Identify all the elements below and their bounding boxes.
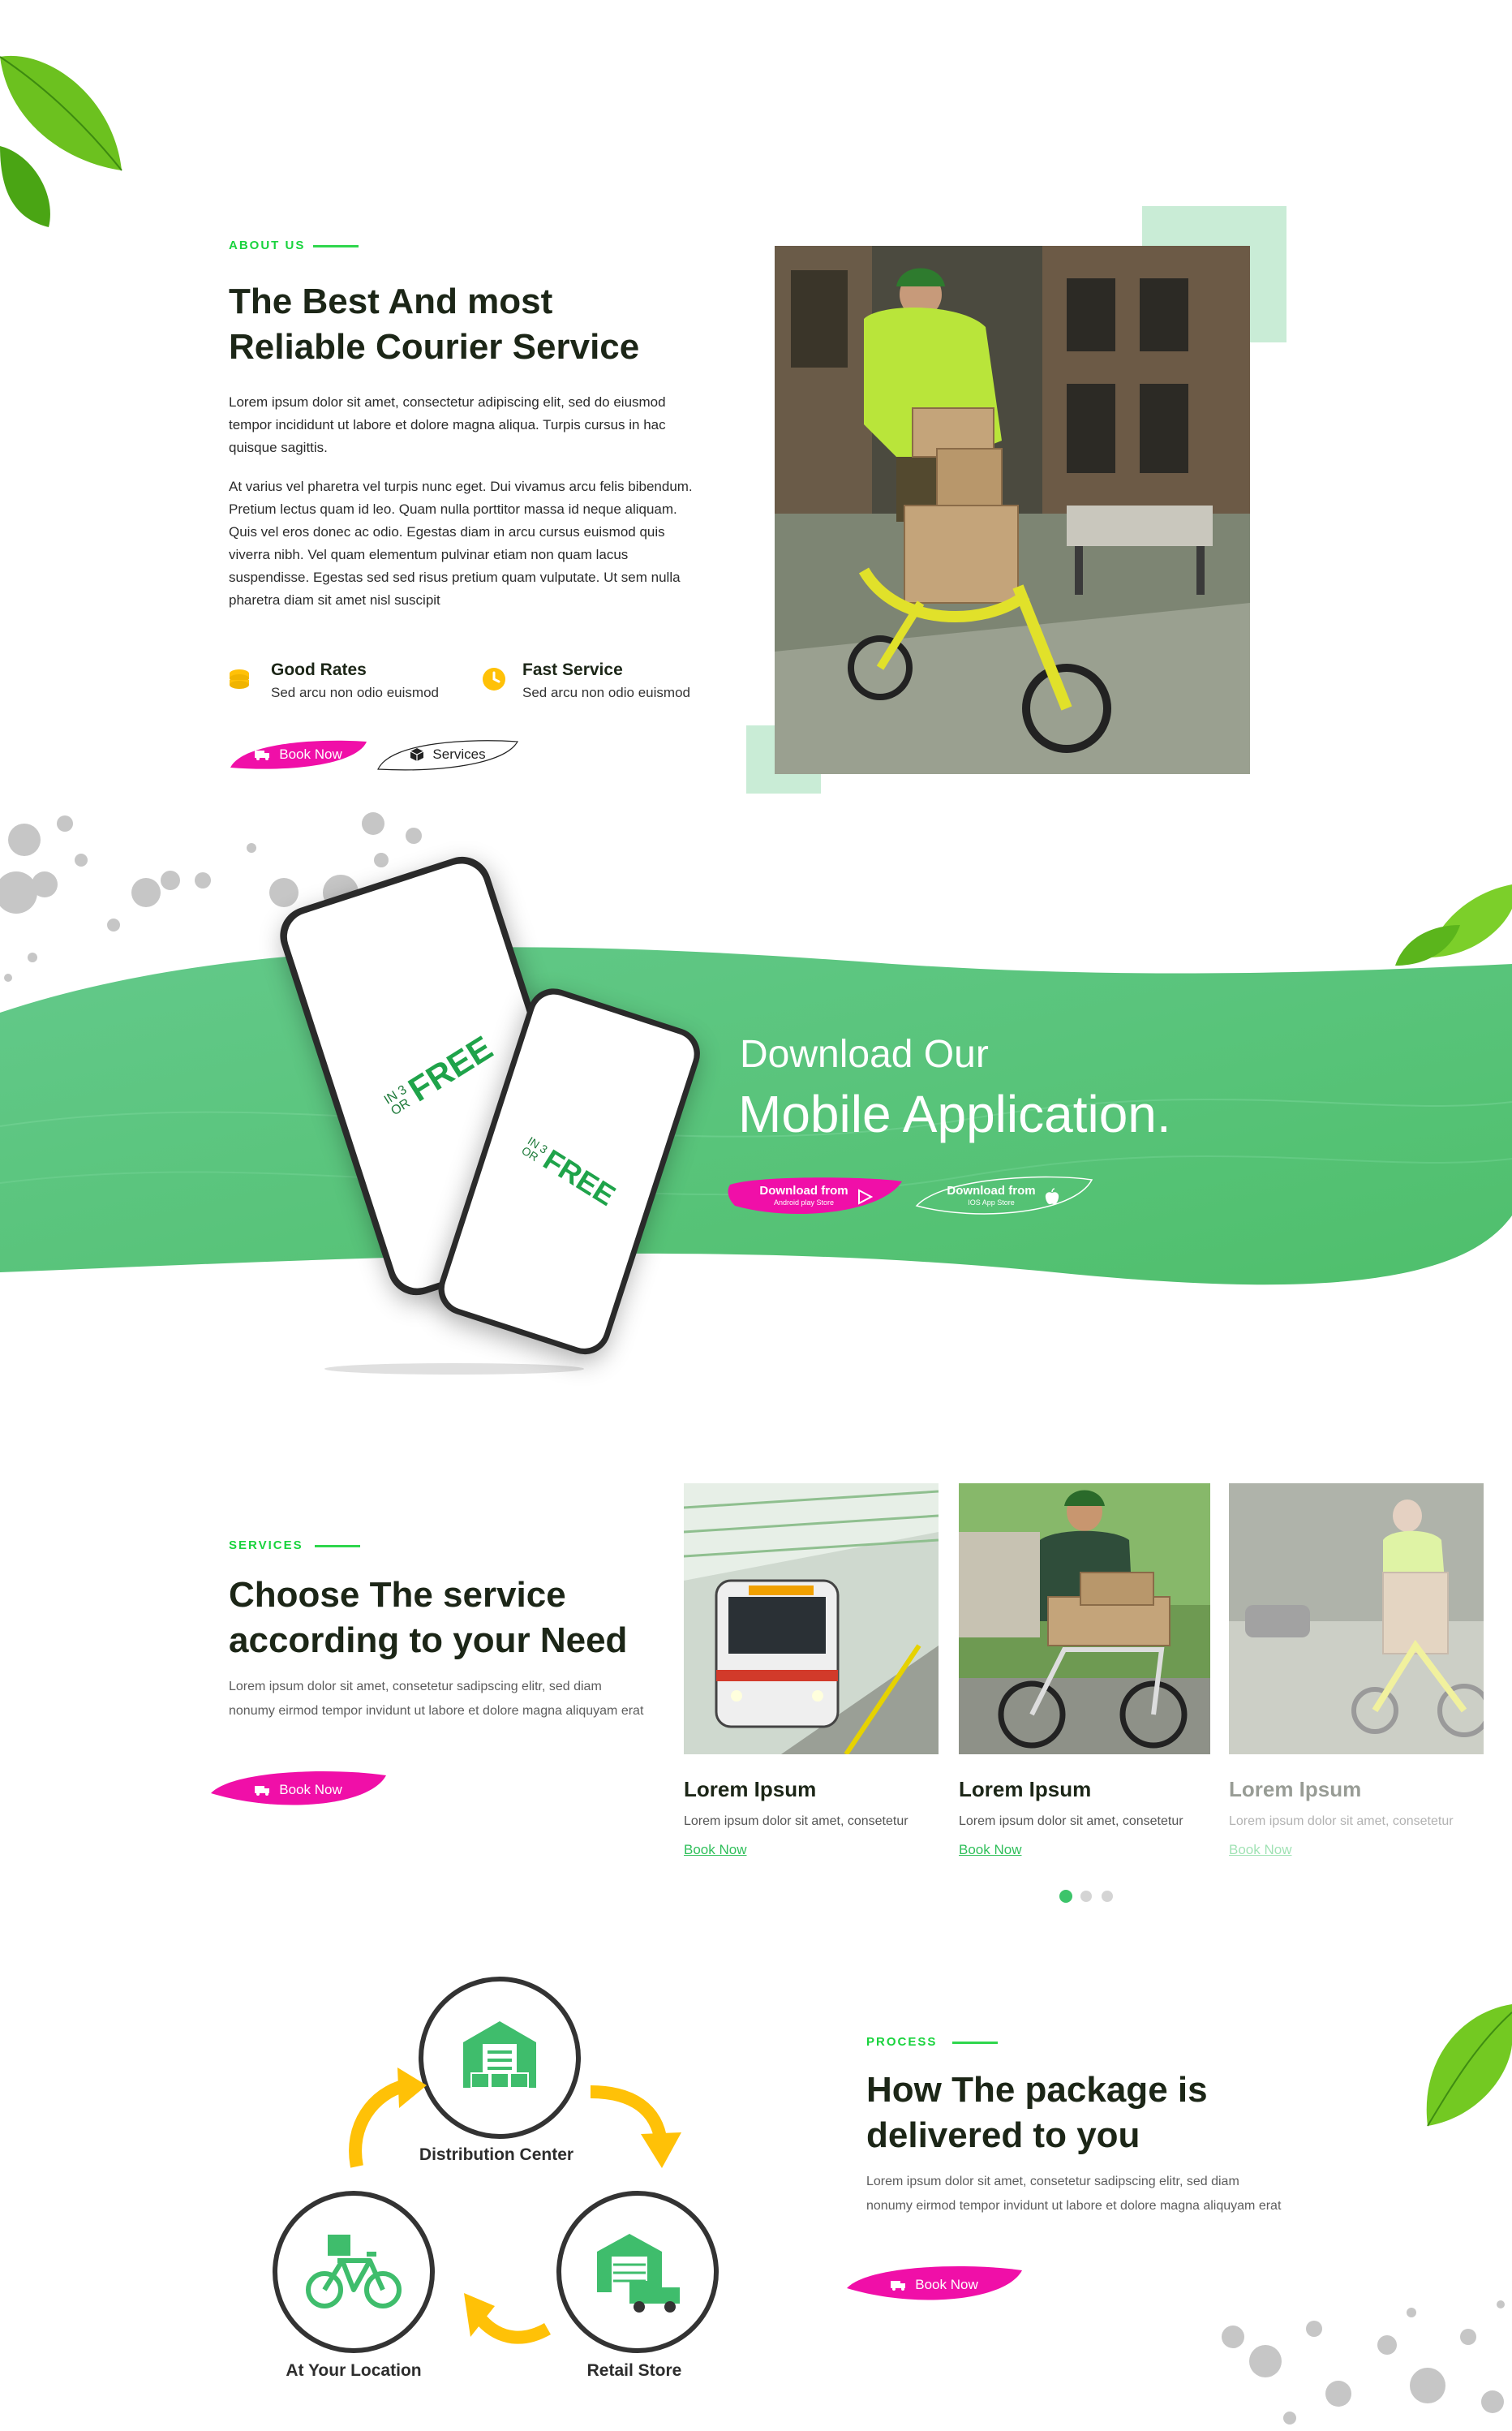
feature-good-rates: Good Rates Sed arcu non odio euismod bbox=[226, 659, 469, 708]
carousel-dot[interactable] bbox=[1102, 1891, 1113, 1902]
service-card-link[interactable]: Book Now bbox=[684, 1842, 746, 1858]
service-card-link[interactable]: Book Now bbox=[959, 1842, 1021, 1858]
services-title: Choose The service according to your Nee… bbox=[229, 1573, 627, 1663]
clock-icon bbox=[482, 667, 506, 691]
process-eyebrow: PROCESS bbox=[866, 2035, 937, 2049]
feature-subtitle: Sed arcu non odio euismod bbox=[522, 685, 690, 701]
app-logo: IN 3OR FREE bbox=[517, 1130, 621, 1213]
apple-icon bbox=[1044, 1188, 1060, 1206]
step-label: At Your Location bbox=[232, 2361, 475, 2381]
about-eyebrow: ABOUT US bbox=[229, 239, 305, 252]
logo-free: FREE bbox=[402, 1028, 500, 1109]
book-now-label: Book Now bbox=[915, 2277, 977, 2293]
service-card[interactable]: Lorem Ipsum Lorem ipsum dolor sit amet, … bbox=[1229, 1483, 1484, 1865]
android-download-button[interactable]: Download from Android play Store bbox=[727, 1173, 905, 1220]
courier-cargo-bike-photo bbox=[775, 246, 1250, 774]
coins-icon bbox=[227, 667, 251, 691]
arrow-to-retail bbox=[584, 2077, 681, 2175]
bubbles-decoration-right bbox=[1217, 2296, 1512, 2431]
process-book-now-button[interactable]: Book Now bbox=[844, 2264, 1025, 2306]
book-now-label: Book Now bbox=[279, 747, 341, 763]
delivery-bike-icon bbox=[305, 2231, 402, 2313]
carousel-dot[interactable] bbox=[1080, 1891, 1092, 1902]
box-icon bbox=[410, 747, 424, 762]
feature-title: Fast Service bbox=[522, 660, 623, 680]
service-card-text: Lorem ipsum dolor sit amet, consetetur bbox=[959, 1814, 1183, 1829]
store-truck-icon bbox=[589, 2227, 686, 2317]
about-paragraph-2: At varius vel pharetra vel turpis nunc e… bbox=[229, 475, 707, 612]
eyebrow-divider bbox=[952, 2042, 998, 2044]
truck-icon bbox=[255, 1784, 271, 1796]
about-title-line2: Reliable Courier Service bbox=[229, 325, 639, 370]
retail-store-step bbox=[556, 2191, 719, 2353]
logo-free: FREE bbox=[537, 1142, 621, 1212]
process-paragraph: Lorem ipsum dolor sit amet, consetetur s… bbox=[866, 2170, 1288, 2218]
services-paragraph: Lorem ipsum dolor sit amet, consetetur s… bbox=[229, 1675, 651, 1723]
your-location-step bbox=[273, 2191, 435, 2353]
services-eyebrow: SERVICES bbox=[229, 1538, 303, 1552]
services-title-line1: Choose The service bbox=[229, 1573, 627, 1618]
services-label: Services bbox=[432, 747, 485, 763]
about-paragraph-1: Lorem ipsum dolor sit amet, consectetur … bbox=[229, 391, 707, 459]
phone-shadow bbox=[324, 1363, 584, 1375]
truck-icon bbox=[255, 749, 271, 760]
services-book-now-button[interactable]: Book Now bbox=[208, 1769, 389, 1811]
distribution-center-step bbox=[419, 1977, 581, 2139]
arrow-to-distribution bbox=[341, 2061, 430, 2175]
service-card-title: Lorem Ipsum bbox=[1229, 1777, 1361, 1802]
eyebrow-divider bbox=[315, 1545, 360, 1547]
eyebrow-divider bbox=[313, 245, 359, 247]
service-card-text: Lorem ipsum dolor sit amet, consetetur bbox=[1229, 1814, 1454, 1829]
feature-title: Good Rates bbox=[271, 660, 367, 680]
process-title: How The package is delivered to you bbox=[866, 2067, 1208, 2158]
about-title: The Best And most Reliable Courier Servi… bbox=[229, 279, 639, 370]
service-card-title: Lorem Ipsum bbox=[684, 1777, 816, 1802]
courier-cargo-bike-photo bbox=[1229, 1483, 1484, 1754]
carousel-dot-active[interactable] bbox=[1059, 1890, 1072, 1903]
android-sublabel: Android play Store bbox=[759, 1197, 848, 1208]
leaf-decoration-top-left bbox=[0, 32, 130, 235]
service-card[interactable]: Lorem Ipsum Lorem ipsum dolor sit amet, … bbox=[684, 1483, 939, 1865]
feature-fast-service: Fast Service Sed arcu non odio euismod bbox=[482, 659, 725, 708]
service-card-text: Lorem ipsum dolor sit amet, consetetur bbox=[684, 1814, 908, 1829]
ios-label: Download from bbox=[947, 1185, 1035, 1197]
app-heading-line1: Download Our bbox=[740, 1032, 989, 1077]
ios-download-button[interactable]: Download from IOS App Store bbox=[912, 1173, 1095, 1220]
truck-icon bbox=[891, 2279, 907, 2291]
services-title-line2: according to your Need bbox=[229, 1618, 627, 1663]
book-now-label: Book Now bbox=[279, 1782, 341, 1798]
process-title-line1: How The package is bbox=[866, 2067, 1208, 2113]
cargo-bike-courier-photo bbox=[959, 1483, 1210, 1754]
android-label: Download from bbox=[759, 1185, 848, 1197]
app-heading-line2: Mobile Application. bbox=[738, 1084, 1171, 1144]
service-card-link[interactable]: Book Now bbox=[1229, 1842, 1291, 1858]
process-title-line2: delivered to you bbox=[866, 2113, 1208, 2158]
train-photo bbox=[684, 1483, 939, 1754]
arrow-to-location bbox=[446, 2288, 552, 2361]
warehouse-icon bbox=[455, 2013, 544, 2102]
about-title-line1: The Best And most bbox=[229, 279, 639, 325]
play-store-icon bbox=[857, 1189, 873, 1205]
ios-sublabel: IOS App Store bbox=[947, 1197, 1035, 1208]
app-logo: IN 3OR FREE bbox=[379, 1028, 500, 1124]
service-card-title: Lorem Ipsum bbox=[959, 1777, 1091, 1802]
service-card[interactable]: Lorem Ipsum Lorem ipsum dolor sit amet, … bbox=[959, 1483, 1213, 1865]
step-label: Retail Store bbox=[513, 2361, 756, 2381]
leaf-decoration-right-bottom bbox=[1395, 1996, 1512, 2158]
about-services-button[interactable]: Services bbox=[375, 737, 521, 772]
feature-subtitle: Sed arcu non odio euismod bbox=[271, 685, 439, 701]
about-book-now-button[interactable]: Book Now bbox=[227, 737, 370, 772]
